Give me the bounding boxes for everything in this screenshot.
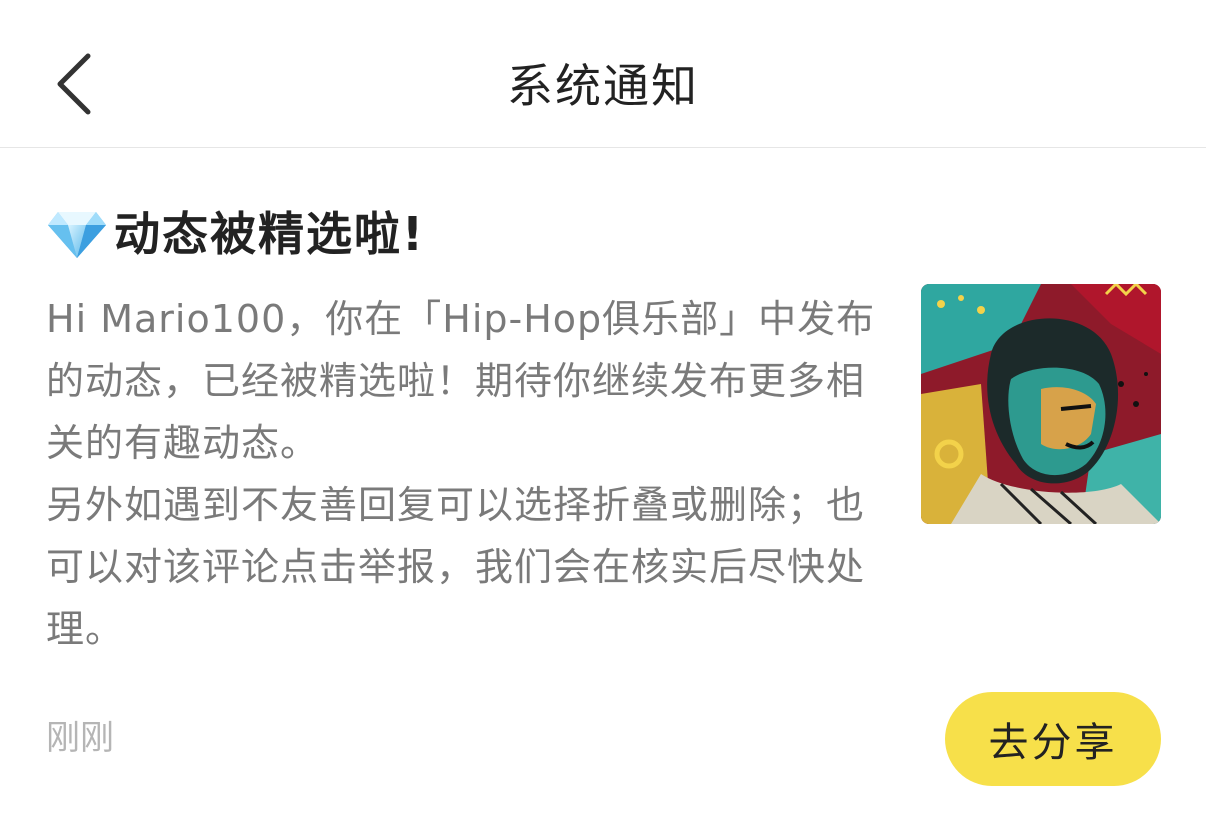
top-nav-bar: 系统通知 bbox=[0, 0, 1206, 148]
notification-card: 动态被精选啦! Hi Mario100，你在「Hip-Hop俱乐部」中发布的动态… bbox=[0, 148, 1206, 817]
timestamp: 刚刚 bbox=[46, 718, 114, 758]
notice-title-row: 动态被精选啦! bbox=[46, 204, 425, 264]
notice-title: 动态被精选啦! bbox=[114, 207, 425, 261]
share-button[interactable]: 去分享 bbox=[945, 692, 1161, 786]
diamond-icon bbox=[46, 208, 108, 260]
post-thumbnail[interactable] bbox=[921, 284, 1161, 524]
notice-paragraph: 另外如遇到不友善回复可以选择折叠或删除；也可以对该评论点击举报，我们会在核实后尽… bbox=[46, 483, 866, 651]
notice-body: Hi Mario100，你在「Hip-Hop俱乐部」中发布的动态，已经被精选啦！… bbox=[46, 288, 896, 660]
notice-paragraph: Hi Mario100，你在「Hip-Hop俱乐部」中发布的动态，已经被精选啦！… bbox=[46, 297, 876, 465]
page-title: 系统通知 bbox=[507, 59, 699, 113]
